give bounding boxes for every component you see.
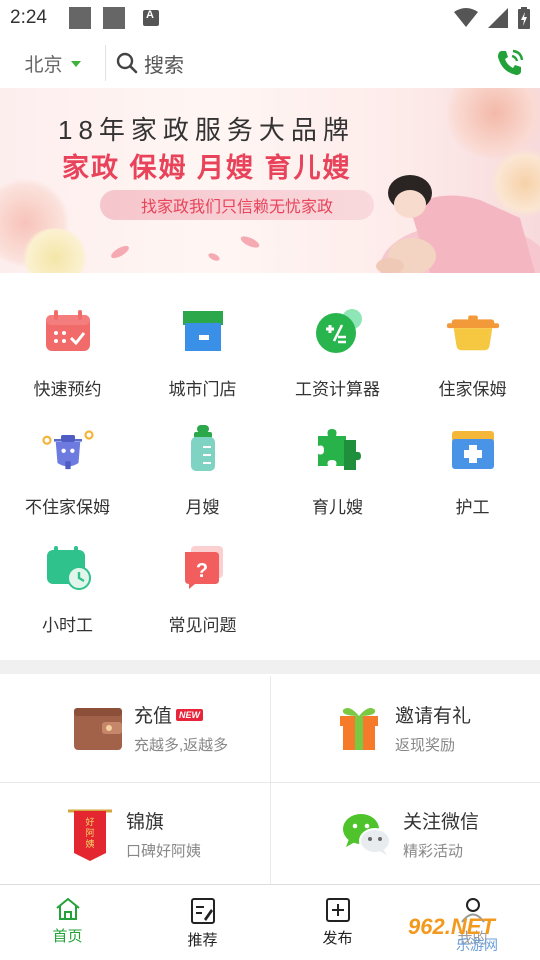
service-salary-calculator[interactable]: 工资计算器 <box>270 295 405 413</box>
service-label: 住家保姆 <box>438 380 507 399</box>
publish-icon <box>325 898 350 922</box>
service-maternity-matron[interactable]: 月嫂 <box>135 413 270 531</box>
pot-icon <box>445 303 501 359</box>
text-notification-icon <box>142 9 159 26</box>
mother-baby-illustration <box>376 175 540 273</box>
service-childcare[interactable]: 育儿嫂 <box>270 413 405 531</box>
baby-bottle-icon <box>175 421 231 477</box>
tab-label: 推荐 <box>187 932 218 949</box>
tab-label: 发布 <box>322 930 353 947</box>
promo-banner[interactable]: 18年家政服务大品牌 家政 保姆 月嫂 育儿嫂 找家政我们只信赖无忧家政 <box>0 88 540 273</box>
card-divider <box>0 782 540 783</box>
tab-publish[interactable]: 发布 <box>270 885 405 960</box>
service-label: 不住家保姆 <box>25 498 110 517</box>
banner-slogan: 找家政我们只信赖无忧家政 <box>100 190 374 220</box>
svg-text:?: ? <box>195 560 207 582</box>
card-subtitle: 口碑好阿姨 <box>126 843 202 860</box>
service-live-in-nanny[interactable]: 住家保姆 <box>405 295 540 413</box>
search-input[interactable]: 搜索 <box>106 49 480 78</box>
search-icon <box>116 52 138 74</box>
wechat-follow-card[interactable]: 关注微信 精彩活动 <box>271 782 540 886</box>
recommend-icon <box>190 898 215 924</box>
calculator-icon <box>310 303 366 359</box>
wechat-icon <box>335 804 399 864</box>
invite-card[interactable]: 邀请有礼 返现奖励 <box>271 676 540 780</box>
new-badge: NEW <box>176 708 204 721</box>
banner-subtitle: 家政 保姆 月嫂 育儿嫂 <box>62 153 352 183</box>
section-divider <box>0 660 540 674</box>
tab-label: 首页 <box>52 928 83 945</box>
question-icon: ? <box>175 539 231 595</box>
banner-title: 18年家政服务大品牌 <box>58 115 355 145</box>
card-title: 邀请有礼 <box>395 706 472 727</box>
status-bar: 2:24 <box>0 0 540 36</box>
home-icon <box>55 897 80 920</box>
watermark-brand: 962.NET <box>408 914 496 939</box>
flag-text: 好 <box>85 816 94 827</box>
recharge-card[interactable]: 充值 NEW 充越多,返越多 <box>0 676 270 780</box>
promo-cards: 充值 NEW 充越多,返越多 邀请有礼 返现奖励 好阿姨 锦旗 口碑好阿姨 关注微… <box>0 676 540 884</box>
service-city-store[interactable]: 城市门店 <box>135 295 270 413</box>
calendar-icon <box>40 303 96 359</box>
clock-calendar-icon <box>40 539 96 595</box>
service-label: 城市门店 <box>168 380 237 399</box>
puzzle-icon <box>310 421 366 477</box>
wifi-icon <box>454 8 478 27</box>
signal-icon <box>488 8 508 28</box>
medical-kit-icon <box>445 421 501 477</box>
notification-icon <box>102 7 125 29</box>
city-label: 北京 <box>24 54 63 76</box>
city-selector[interactable]: 北京 <box>0 45 106 81</box>
search-placeholder: 搜索 <box>144 54 184 77</box>
service-label: 小时工 <box>42 616 93 635</box>
card-title: 充值 <box>134 706 173 727</box>
tab-recommend[interactable]: 推荐 <box>135 885 270 960</box>
phone-call-icon <box>498 49 524 75</box>
notification-icon <box>68 7 91 29</box>
card-subtitle: 精彩活动 <box>403 843 464 860</box>
svg-text:姨: 姨 <box>85 838 94 849</box>
service-hourly-worker[interactable]: 小时工 <box>0 531 135 649</box>
chevron-down-icon <box>70 61 81 67</box>
card-title: 关注微信 <box>403 812 480 833</box>
service-caregiver[interactable]: 护工 <box>405 413 540 531</box>
tab-home[interactable]: 首页 <box>0 885 135 960</box>
service-label: 育儿嫂 <box>312 498 363 517</box>
petal-decoration <box>207 251 221 263</box>
petal-decoration <box>109 243 131 261</box>
service-grid: 快速预约 城市门店 工资计算器 住家保姆 不住家保姆 月嫂 育儿嫂 护工 小时工… <box>0 295 540 649</box>
pennant-card[interactable]: 好阿姨 锦旗 口碑好阿姨 <box>0 782 270 886</box>
service-label: 常见问题 <box>168 616 237 635</box>
service-non-live-in-nanny[interactable]: 不住家保姆 <box>0 413 135 531</box>
service-label: 月嫂 <box>185 498 220 517</box>
svg-text:阿: 阿 <box>85 828 94 838</box>
petal-decoration <box>239 234 261 250</box>
watermark-text: 乐游网 <box>456 938 498 954</box>
gift-icon <box>327 698 391 758</box>
banner-flag-icon: 好阿姨 <box>58 804 122 864</box>
card-subtitle: 充越多,返越多 <box>134 737 229 754</box>
card-subtitle: 返现奖励 <box>395 737 456 754</box>
service-label: 工资计算器 <box>295 380 380 399</box>
watermark-logo: 962.NET 乐游网 <box>402 910 534 954</box>
card-title: 锦旗 <box>126 812 165 833</box>
service-label: 护工 <box>455 498 490 517</box>
scooter-icon <box>40 421 96 477</box>
search-header: 北京 搜索 <box>0 38 540 88</box>
card-divider <box>270 676 271 884</box>
wallet-icon <box>66 698 130 758</box>
service-faq[interactable]: ? 常见问题 <box>135 531 270 649</box>
battery-icon <box>518 7 530 29</box>
store-icon <box>175 303 231 359</box>
service-label: 快速预约 <box>33 380 102 399</box>
service-quick-booking[interactable]: 快速预约 <box>0 295 135 413</box>
status-time: 2:24 <box>10 7 47 28</box>
call-button[interactable] <box>480 47 540 79</box>
